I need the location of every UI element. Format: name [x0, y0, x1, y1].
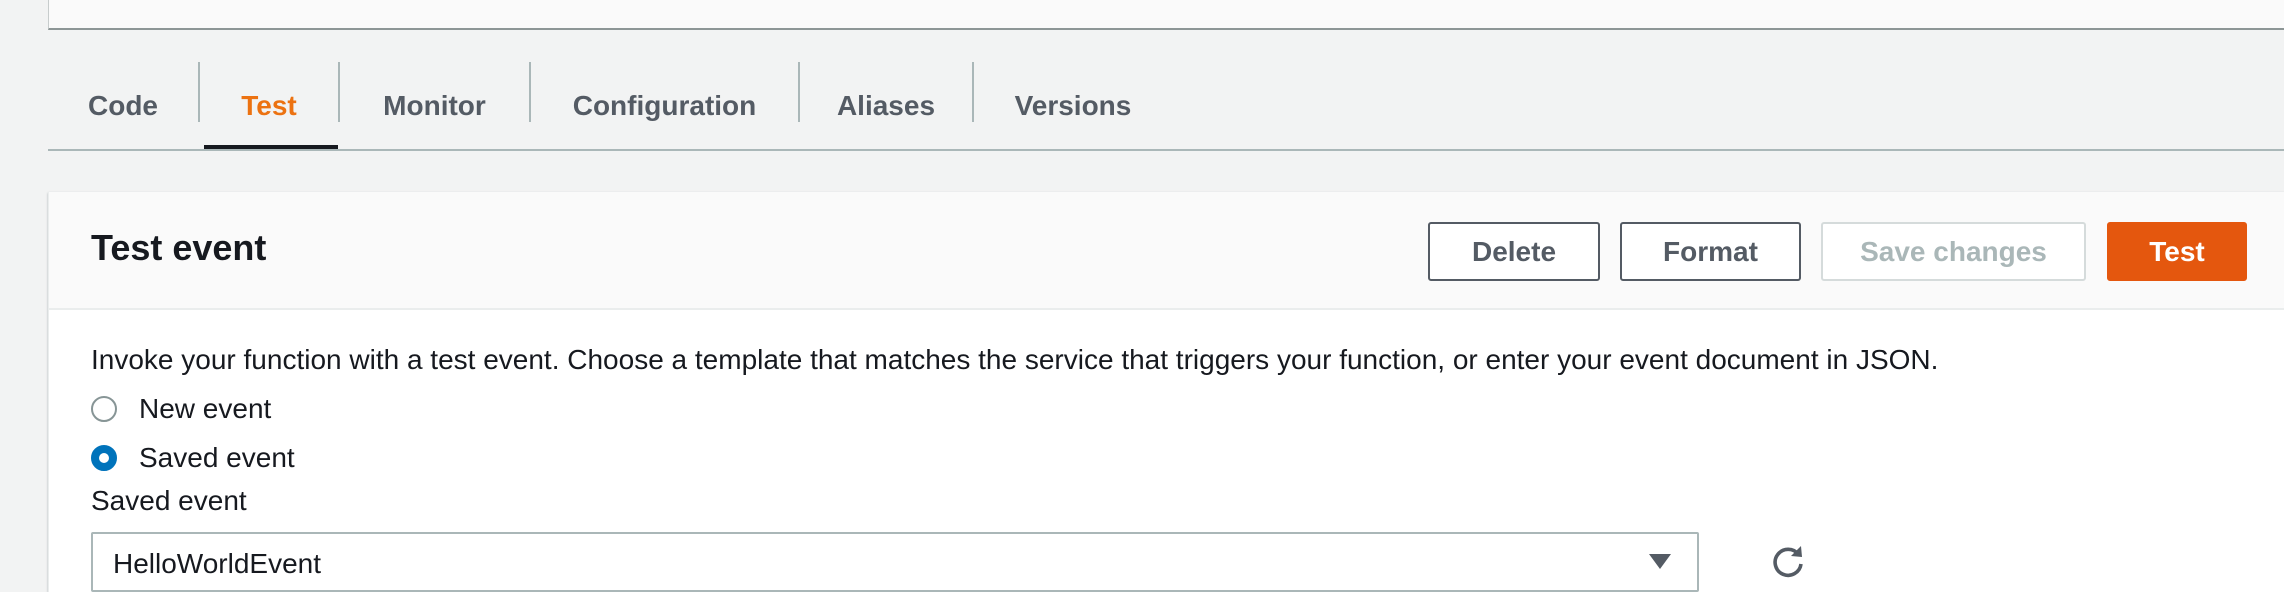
tab-configuration-label: Configuration: [572, 90, 757, 121]
caret-down-icon: [1649, 554, 1671, 569]
tab-aliases[interactable]: Aliases: [800, 62, 972, 150]
function-tabs: Code Test Monitor Configuration Aliases …: [48, 62, 1172, 150]
saved-event-field-label: Saved event: [91, 485, 247, 516]
tab-monitor[interactable]: Monitor: [340, 62, 529, 150]
save-changes-button[interactable]: Save changes: [1821, 222, 2086, 281]
saved-event-option[interactable]: Saved event: [91, 442, 295, 474]
tab-monitor-label: Monitor: [383, 90, 486, 121]
new-event-option[interactable]: New event: [91, 393, 271, 425]
top-panel: [48, 0, 2284, 30]
refresh-icon[interactable]: [1768, 542, 1808, 582]
tabs-underline: [48, 149, 2284, 151]
tab-test[interactable]: Test: [200, 62, 338, 150]
tab-aliases-label: Aliases: [836, 90, 936, 121]
test-button[interactable]: Test: [2107, 222, 2247, 281]
test-event-header: Test event Delete Format Save changes Te…: [49, 192, 2284, 310]
panel-title: Test event: [91, 227, 267, 268]
new-event-radio[interactable]: [91, 396, 117, 422]
tab-versions[interactable]: Versions: [974, 62, 1172, 150]
tab-code[interactable]: Code: [48, 62, 198, 150]
tab-code-label: Code: [88, 90, 158, 121]
saved-event-select[interactable]: HelloWorldEvent: [91, 532, 1699, 592]
saved-event-option-label: Saved event: [139, 442, 295, 473]
format-button[interactable]: Format: [1620, 222, 1801, 281]
saved-event-select-value: HelloWorldEvent: [113, 548, 322, 579]
tab-test-label: Test: [241, 90, 297, 121]
delete-button[interactable]: Delete: [1428, 222, 1600, 281]
test-event-description: Invoke your function with a test event. …: [91, 344, 1939, 375]
test-event-panel: Test event Delete Format Save changes Te…: [48, 192, 2284, 592]
tab-versions-label: Versions: [1014, 90, 1132, 121]
saved-event-radio[interactable]: [91, 445, 117, 471]
tab-configuration[interactable]: Configuration: [531, 62, 798, 150]
new-event-label: New event: [139, 393, 272, 424]
